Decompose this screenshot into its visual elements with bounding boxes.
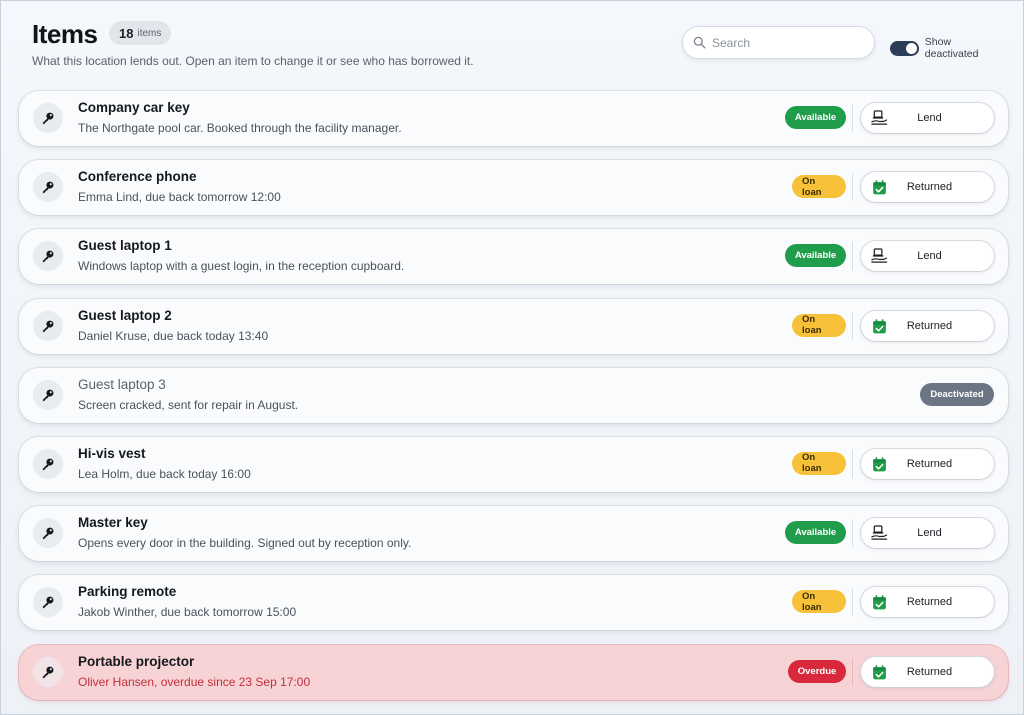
- status-badge: On loan: [792, 451, 846, 475]
- calendar-check-icon: [871, 456, 888, 472]
- lend-button[interactable]: Lend: [861, 103, 994, 133]
- calendar-check-icon: [871, 594, 888, 610]
- search-input[interactable]: [712, 35, 862, 50]
- key-icon: [33, 103, 63, 133]
- returned-button[interactable]: Returned: [861, 310, 994, 341]
- calendar-check-icon: [871, 664, 888, 680]
- returned-button[interactable]: Returned: [861, 587, 994, 618]
- row-divider: [852, 173, 853, 202]
- item-name: Master key: [78, 515, 148, 531]
- lend-button[interactable]: Lend: [861, 241, 994, 272]
- item-name: Guest laptop 3: [78, 376, 166, 392]
- item-count-badge: 18 items: [109, 21, 172, 45]
- status-badge: On loan: [792, 175, 846, 199]
- item-row-conference-phone[interactable]: Conference phone Emma Lind, due back tomo…: [19, 160, 1008, 216]
- item-row-guest-laptop-3[interactable]: Guest laptop 3 Screen cracked, sent for r…: [19, 367, 1008, 423]
- item-description: Opens every door in the building. Signed…: [78, 536, 412, 551]
- item-row-master-key[interactable]: Master key Opens every door in the buildi…: [19, 506, 1008, 562]
- item-name: Guest laptop 1: [78, 238, 172, 254]
- key-icon: [33, 656, 63, 687]
- item-description: Lea Holm, due back today 16:00: [78, 466, 251, 481]
- status-badge: Available: [785, 106, 846, 129]
- row-divider: [852, 242, 853, 271]
- app-frame: Items 18 items What this location lends …: [0, 0, 1024, 715]
- item-description: Screen cracked, sent for repair in Augus…: [78, 397, 299, 412]
- item-description: Windows laptop with a guest login, in th…: [78, 259, 405, 274]
- calendar-check-icon: [871, 318, 888, 334]
- calendar-check-icon: [871, 179, 888, 195]
- key-icon: [33, 310, 63, 341]
- status-badge: On loan: [792, 590, 846, 614]
- status-badge: Available: [785, 521, 846, 545]
- row-divider: [852, 657, 853, 686]
- item-row-company-car-key[interactable]: Company car key The Northgate pool car. B…: [19, 91, 1008, 146]
- hand-lend-icon: [871, 248, 888, 264]
- item-name: Portable projector: [78, 653, 195, 669]
- item-row-portable-projector[interactable]: Portable projector Oliver Hansen, overdue…: [19, 644, 1008, 700]
- row-divider: [852, 104, 853, 132]
- item-row-parking-remote[interactable]: Parking remote Jakob Winther, due back to…: [19, 575, 1008, 631]
- item-count-unit: items: [137, 27, 162, 39]
- item-row-guest-laptop-2[interactable]: Guest laptop 2 Daniel Kruse, due back tod…: [19, 298, 1008, 354]
- item-description: Daniel Kruse, due back today 13:40: [78, 328, 269, 343]
- lend-button[interactable]: Lend: [861, 518, 994, 549]
- page-subtitle: What this location lends out. Open an it…: [32, 54, 474, 68]
- item-name: Conference phone: [78, 169, 197, 185]
- row-divider: [852, 519, 853, 548]
- item-description: The Northgate pool car. Booked through t…: [78, 121, 402, 135]
- item-description: Jakob Winther, due back tomorrow 15:00: [78, 605, 297, 620]
- returned-button[interactable]: Returned: [861, 448, 994, 479]
- page-title: Items: [32, 19, 98, 49]
- key-icon: [33, 587, 63, 618]
- page-header: Items 18 items What this location lends …: [32, 17, 1007, 77]
- toggle-knob: [905, 42, 917, 54]
- status-badge: Deactivated: [920, 382, 994, 406]
- item-name: Hi-vis vest: [78, 445, 146, 461]
- item-name: Parking remote: [78, 584, 177, 600]
- search-icon: [693, 36, 706, 49]
- item-list: Company car key The Northgate pool car. B…: [19, 91, 1008, 714]
- item-name: Company car key: [78, 100, 190, 115]
- key-icon: [33, 241, 63, 272]
- returned-button[interactable]: Returned: [861, 172, 994, 203]
- hand-lend-icon: [871, 110, 888, 126]
- item-count-number: 18: [119, 25, 134, 41]
- status-badge: On loan: [792, 313, 846, 337]
- key-icon: [33, 448, 63, 479]
- item-row-hi-vis-vest[interactable]: Hi-vis vest Lea Holm, due back today 16:0…: [19, 436, 1008, 492]
- row-divider: [852, 311, 853, 340]
- show-deactivated-toggle-group[interactable]: Show deactivated: [890, 36, 1007, 60]
- show-deactivated-toggle[interactable]: [890, 40, 919, 56]
- search-box[interactable]: [682, 26, 875, 59]
- returned-button[interactable]: Returned: [861, 656, 994, 687]
- row-divider: [852, 449, 853, 478]
- hand-lend-icon: [871, 525, 888, 541]
- key-icon: [33, 379, 63, 410]
- status-badge: Available: [785, 244, 846, 268]
- key-icon: [33, 518, 63, 549]
- item-row-guest-laptop-1[interactable]: Guest laptop 1 Windows laptop with a gues…: [19, 229, 1008, 285]
- item-description: Oliver Hansen, overdue since 23 Sep 17:0…: [78, 674, 311, 689]
- item-description: Emma Lind, due back tomorrow 12:00: [78, 190, 281, 205]
- show-deactivated-label: Show deactivated: [924, 36, 979, 60]
- key-icon: [33, 172, 63, 203]
- status-badge: Overdue: [788, 659, 846, 683]
- item-name: Guest laptop 2: [78, 307, 172, 323]
- row-divider: [852, 588, 853, 617]
